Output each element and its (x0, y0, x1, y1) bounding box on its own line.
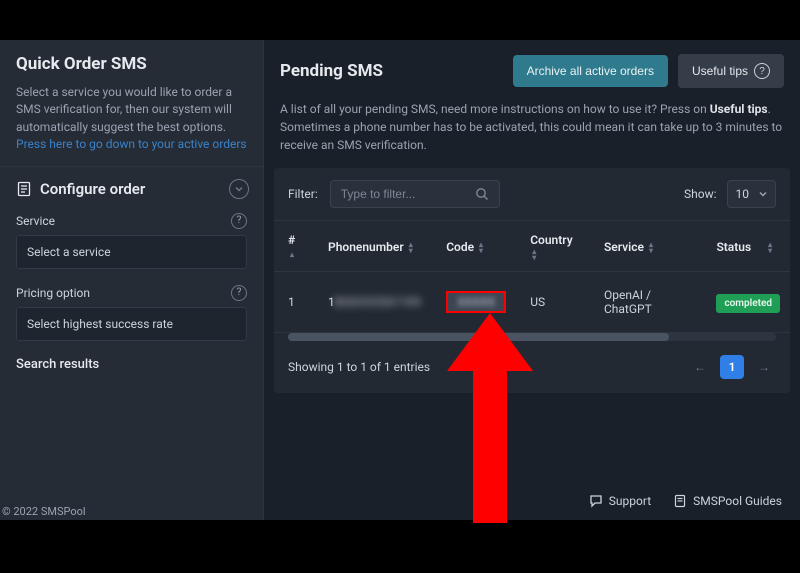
chat-icon (589, 494, 603, 508)
col-phone[interactable]: Phonenumber ▴▾ (314, 221, 432, 272)
collapse-icon[interactable] (229, 179, 249, 199)
archive-orders-button[interactable]: Archive all active orders (513, 55, 668, 87)
document-icon (673, 494, 687, 508)
copyright: © 2022 SMSPool (2, 505, 86, 518)
go-to-orders-link[interactable]: Press here to go down to your active ord… (16, 137, 247, 151)
page-prev-button[interactable]: ← (688, 355, 712, 379)
quick-order-desc: Select a service you would like to order… (16, 84, 247, 154)
quick-order-title: Quick Order SMS (16, 54, 247, 74)
sort-icon: ▴▾ (649, 242, 653, 254)
col-index[interactable]: # ▴ (274, 221, 314, 272)
scrollbar-thumb[interactable] (288, 333, 669, 341)
filter-label: Filter: (288, 187, 318, 201)
help-icon[interactable]: ? (231, 213, 247, 229)
filter-input[interactable] (341, 187, 467, 201)
help-icon: ? (754, 63, 770, 79)
sms-table-panel: Filter: Show: 10 (274, 168, 790, 393)
cell-status: completed (702, 272, 790, 333)
pagination: ← 1 → (688, 355, 776, 379)
document-icon (16, 181, 32, 197)
show-select[interactable]: 10 (727, 180, 777, 208)
search-icon (475, 187, 489, 201)
cell-service: OpenAI / ChatGPT (590, 272, 702, 333)
sort-asc-icon: ▴ (290, 252, 294, 258)
sort-icon: ▴▾ (532, 249, 536, 261)
sort-icon: ▴▾ (768, 242, 772, 254)
chevron-down-icon (759, 190, 767, 198)
table-row[interactable]: 1 18005550199 XXXXX US OpenAI / ChatGPT … (274, 272, 790, 333)
col-status[interactable]: Status ▴▾ (702, 221, 790, 272)
service-select[interactable]: Select a service (16, 235, 247, 269)
configure-order-title: Configure order (40, 180, 145, 198)
sort-icon: ▴▾ (479, 242, 483, 254)
cell-index: 1 (274, 272, 314, 333)
page-next-button[interactable]: → (752, 355, 776, 379)
sort-icon: ▴▾ (409, 242, 413, 254)
entries-info: Showing 1 to 1 of 1 entries (288, 360, 430, 374)
pricing-label: Pricing option (16, 286, 90, 300)
page-description: A list of all your pending SMS, need mor… (264, 100, 800, 168)
cell-country: US (516, 272, 590, 333)
sidebar: Quick Order SMS Select a service you wou… (0, 40, 264, 520)
useful-tips-button[interactable]: Useful tips ? (678, 54, 784, 88)
page-title: Pending SMS (280, 61, 503, 81)
guides-link[interactable]: SMSPool Guides (673, 494, 782, 508)
cell-phone: 18005550199 (314, 272, 432, 333)
main-content: Pending SMS Archive all active orders Us… (264, 40, 800, 520)
cell-code: XXXXX (432, 272, 516, 333)
support-link[interactable]: Support (589, 494, 651, 508)
help-icon[interactable]: ? (231, 285, 247, 301)
col-code[interactable]: Code ▴▾ (432, 221, 516, 272)
horizontal-scrollbar[interactable] (288, 333, 776, 341)
col-service[interactable]: Service ▴▾ (590, 221, 702, 272)
filter-input-wrap[interactable] (330, 180, 500, 208)
page-1-button[interactable]: 1 (720, 355, 744, 379)
show-label: Show: (684, 187, 717, 201)
search-results-label: Search results (0, 345, 263, 384)
col-country[interactable]: Country ▴▾ (516, 221, 590, 272)
service-label: Service (16, 214, 55, 228)
status-badge: completed (716, 294, 780, 313)
sms-table: # ▴ Phonenumber ▴▾ Code ▴▾ Country ▴▾ Se… (274, 221, 790, 333)
pricing-select[interactable]: Select highest success rate (16, 307, 247, 341)
